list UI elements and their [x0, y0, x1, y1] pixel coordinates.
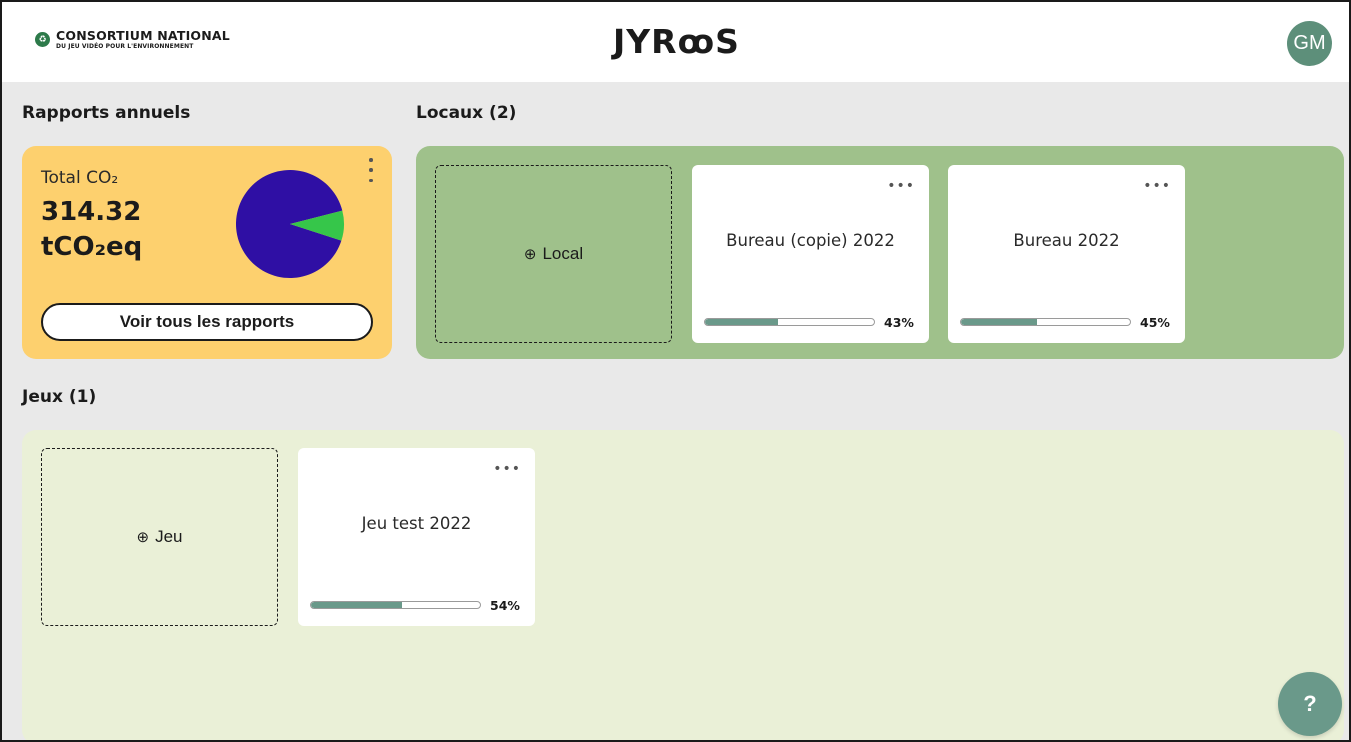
co2-pie-chart	[236, 170, 344, 278]
plus-circle-icon: ⊕	[136, 529, 150, 546]
user-avatar[interactable]: GM	[1287, 21, 1332, 66]
add-jeu-button[interactable]: ⊕ Jeu	[41, 448, 278, 626]
jeu-card-name: Jeu test 2022	[361, 514, 472, 533]
jeu-card[interactable]: ••• Jeu test 2022 54%	[298, 448, 535, 626]
local-card[interactable]: ••• Bureau (copie) 2022 43%	[692, 165, 929, 343]
plus-circle-icon: ⊕	[523, 246, 537, 263]
total-co2-card: Total CO₂ 314.32 tCO₂eq Voir tous les ra…	[22, 146, 392, 359]
app-frame: ♻ CONSORTIUM NATIONAL DU JEU VIDÉO POUR …	[0, 0, 1351, 742]
rapports-section-title: Rapports annuels	[22, 103, 191, 123]
app-logo[interactable]: JYRꝏS	[613, 22, 740, 62]
ellipsis-horizontal-icon[interactable]: •••	[887, 179, 915, 193]
local-card-name: Bureau 2022	[1013, 231, 1120, 250]
local-card-name: Bureau (copie) 2022	[726, 231, 895, 250]
progress-percent: 54%	[490, 598, 520, 613]
top-header: ♻ CONSORTIUM NATIONAL DU JEU VIDÉO POUR …	[2, 2, 1349, 82]
progress-percent: 45%	[1140, 315, 1170, 330]
progress-bar	[310, 601, 481, 609]
locaux-panel: ⊕ Local ••• Bureau (copie) 2022 43% ••• …	[416, 146, 1344, 359]
help-button[interactable]: ?	[1278, 672, 1342, 736]
ellipsis-horizontal-icon[interactable]: •••	[493, 462, 521, 476]
consortium-logo[interactable]: ♻ CONSORTIUM NATIONAL DU JEU VIDÉO POUR …	[35, 28, 230, 50]
progress-bar	[704, 318, 875, 326]
ellipsis-horizontal-icon[interactable]: •••	[1143, 179, 1171, 193]
progress-bar	[960, 318, 1131, 326]
consortium-tagline: DU JEU VIDÉO POUR L'ENVIRONNEMENT	[56, 42, 194, 50]
add-jeu-label: Jeu	[155, 527, 183, 546]
leaf-icon: ♻	[35, 32, 50, 48]
progress-percent: 43%	[884, 315, 914, 330]
jeux-section-title: Jeux (1)	[22, 387, 97, 407]
add-local-button[interactable]: ⊕ Local	[435, 165, 672, 343]
add-local-label: Local	[542, 244, 584, 263]
view-all-reports-button[interactable]: Voir tous les rapports	[41, 303, 373, 341]
local-card[interactable]: ••• Bureau 2022 45%	[948, 165, 1185, 343]
total-co2-value: 314.32	[41, 197, 142, 227]
consortium-name: CONSORTIUM NATIONAL	[56, 28, 230, 43]
total-co2-unit: tCO₂eq	[41, 232, 143, 262]
jeux-panel: ⊕ Jeu ••• Jeu test 2022 54%	[22, 430, 1344, 740]
locaux-section-title: Locaux (2)	[416, 103, 517, 123]
total-co2-label: Total CO₂	[41, 168, 119, 188]
kebab-vertical-icon[interactable]	[367, 158, 375, 182]
